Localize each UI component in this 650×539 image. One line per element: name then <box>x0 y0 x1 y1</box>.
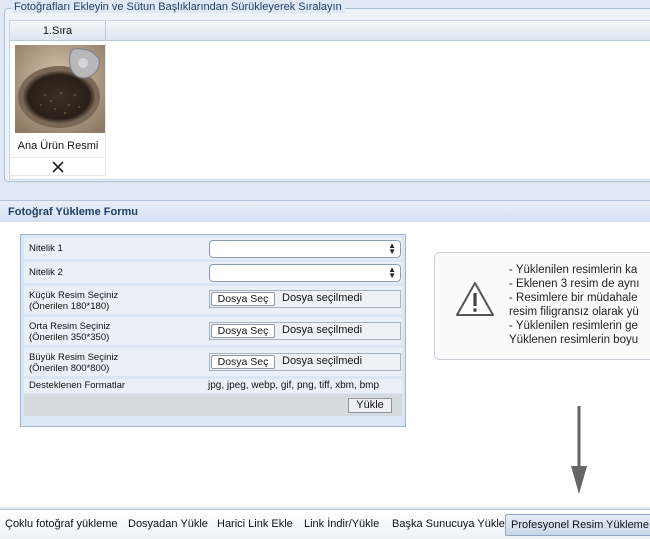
attribute-2-row: Nitelik 2 ▲ ▼ <box>24 262 402 283</box>
small-image-file-input[interactable]: Dosya Seç Dosya seçilmedi <box>209 290 401 308</box>
upload-form-body: Nitelik 1 ▲ ▼ Nitelik 2 ▲ ▼ Küçük Resim Se… <box>0 222 650 507</box>
upload-form-header: Fotoğraf Yükleme Formu <box>0 200 650 222</box>
attribute-1-row: Nitelik 1 ▲ ▼ <box>24 238 402 259</box>
attribute-1-select[interactable]: ▲ ▼ <box>209 240 401 258</box>
medium-image-row: Orta Resim Seçiniz (Önerilen 350*350) Dos… <box>24 317 402 345</box>
large-image-choose-button[interactable]: Dosya Seç <box>211 355 275 369</box>
small-image-file-status: Dosya seçilmedi <box>282 292 363 304</box>
select-arrows-icon: ▲ ▼ <box>388 265 396 280</box>
tab-download-link[interactable]: Link İndir/Yükle <box>304 518 379 530</box>
tab-other-server-upload[interactable]: Başka Sunucuya Yükle <box>392 518 505 530</box>
medium-image-file-status: Dosya seçilmedi <box>282 324 363 336</box>
attribute-2-select[interactable]: ▲ ▼ <box>209 264 401 282</box>
photo-sort-panel: Fotoğrafları Ekleyin ve Sütun Başlıkları… <box>4 1 650 182</box>
warning-icon <box>456 282 494 316</box>
small-image-label: Küçük Resim Seçiniz (Önerilen 180*180) <box>29 290 119 312</box>
close-icon[interactable] <box>52 161 64 173</box>
medium-image-file-input[interactable]: Dosya Seç Dosya seçilmedi <box>209 322 401 340</box>
large-image-file-status: Dosya seçilmedi <box>282 355 363 367</box>
info-text: - Yüklenilen resimlerin ka - Eklenen 3 r… <box>509 264 640 346</box>
large-image-file-input[interactable]: Dosya Seç Dosya seçilmedi <box>209 353 401 371</box>
photo-sort-legend: Fotoğrafları Ekleyin ve Sütun Başlıkları… <box>11 1 345 13</box>
submit-row: Yükle <box>24 394 402 416</box>
formats-value: jpg, jpeg, webp, gif, png, tiff, xbm, bm… <box>208 380 380 391</box>
upload-button[interactable]: Yükle <box>348 398 392 413</box>
tab-professional-image-upload[interactable]: Profesyonel Resim Yükleme <box>505 514 650 536</box>
tab-upload-from-file[interactable]: Dosyadan Yükle <box>128 518 208 530</box>
formats-label: Desteklenen Formatlar <box>29 380 126 391</box>
attribute-1-label: Nitelik 1 <box>29 243 63 254</box>
photo-grid: 1.Sıra Ana Ürün Resmi <box>9 20 650 180</box>
tab-add-external-link[interactable]: Harici Link Ekle <box>217 518 293 530</box>
arrow-down-icon <box>571 406 587 494</box>
photo-grid-header: 1.Sıra <box>10 21 650 41</box>
upload-table: Nitelik 1 ▲ ▼ Nitelik 2 ▲ ▼ Küçük Resim Se… <box>20 234 406 427</box>
formats-row: Desteklenen Formatlar jpg, jpeg, webp, g… <box>24 379 402 393</box>
info-box: - Yüklenilen resimlerin ka - Eklenen 3 r… <box>434 252 650 360</box>
product-photo <box>15 45 105 133</box>
small-image-row: Küçük Resim Seçiniz (Önerilen 180*180) Do… <box>24 286 402 314</box>
photo-item[interactable]: Ana Ürün Resmi <box>10 42 106 180</box>
photo-caption: Ana Ürün Resmi <box>17 140 99 152</box>
photo-delete-row <box>10 157 106 176</box>
attribute-2-label: Nitelik 2 <box>29 267 63 278</box>
medium-image-label: Orta Resim Seçiniz (Önerilen 350*350) <box>29 321 111 343</box>
large-image-label: Büyük Resim Seçiniz (Önerilen 800*800) <box>29 352 119 374</box>
medium-image-choose-button[interactable]: Dosya Seç <box>211 324 275 338</box>
upload-form-title: Fotoğraf Yükleme Formu <box>8 206 138 218</box>
tab-multi-photo-upload[interactable]: Çoklu fotoğraf yükleme <box>5 518 118 530</box>
small-image-choose-button[interactable]: Dosya Seç <box>211 292 275 306</box>
upload-method-tabs: Çoklu fotoğraf yükleme Dosyadan Yükle Ha… <box>0 509 650 539</box>
select-arrows-icon: ▲ ▼ <box>388 241 396 256</box>
column-header-1[interactable]: 1.Sıra <box>10 21 106 41</box>
large-image-row: Büyük Resim Seçiniz (Önerilen 800*800) Do… <box>24 348 402 376</box>
